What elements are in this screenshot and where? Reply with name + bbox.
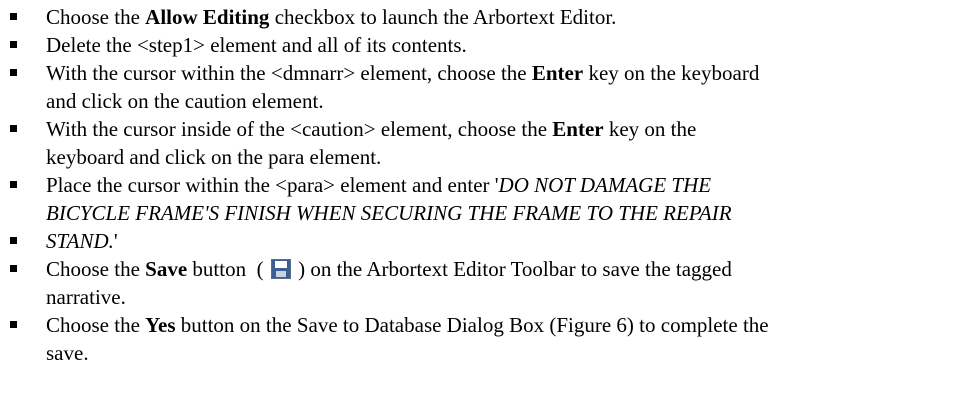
item-text: With the cursor inside of the <caution> … [46, 117, 553, 141]
list-item: STAND.' [0, 227, 976, 255]
item-text: key on the [603, 117, 697, 141]
item-text: Choose the [46, 257, 146, 281]
item-text: Delete the <step1> element and all of it… [46, 33, 467, 57]
list-item: Choose the Save button ( ) on the Arbort… [0, 255, 976, 311]
bullet-icon [10, 321, 17, 328]
list-item: Choose the Yes button on the Save to Dat… [0, 311, 976, 367]
item-text: button ( [187, 257, 269, 281]
bullet-icon [10, 125, 17, 132]
item-text: Choose the [46, 5, 146, 29]
item-text: checkbox to launch the Arbortext Editor. [269, 5, 617, 29]
bullet-icon [10, 69, 17, 76]
item-italic: STAND. [46, 229, 114, 253]
item-text: and click on the caution element. [46, 89, 324, 113]
item-text: narrative. [46, 285, 126, 309]
item-bold: Enter [552, 117, 604, 141]
item-text: key on the keyboard [583, 61, 760, 85]
item-text: Place the cursor within the <para> eleme… [46, 173, 499, 197]
list-item: Choose the Allow Editing checkbox to lau… [0, 3, 976, 31]
item-bold: Yes [145, 313, 176, 337]
item-italic: DO NOT DAMAGE THE [498, 173, 712, 197]
list-item: With the cursor within the <dmnarr> elem… [0, 59, 976, 115]
bullet-icon [10, 265, 17, 272]
item-text: ' [113, 229, 118, 253]
bullet-icon [10, 13, 17, 20]
list-item: Delete the <step1> element and all of it… [0, 31, 976, 59]
item-italic: BICYCLE FRAME'S FINISH WHEN SECURING THE… [46, 201, 732, 225]
item-bold: Enter [531, 61, 584, 85]
item-text: save. [46, 341, 89, 365]
item-bold: Allow Editing [145, 5, 270, 29]
bullet-icon [10, 41, 17, 48]
item-text: Choose the [46, 313, 146, 337]
item-text: button on the Save to Database Dialog Bo… [175, 313, 769, 337]
bullet-icon [10, 237, 17, 244]
item-text: ) on the Arbortext Editor Toolbar to sav… [292, 257, 732, 281]
item-text: keyboard and click on the para element. [46, 145, 382, 169]
list-item: Place the cursor within the <para> eleme… [0, 171, 976, 227]
instruction-list: Choose the Allow Editing checkbox to lau… [0, 3, 976, 367]
bullet-icon [10, 181, 17, 188]
list-item: With the cursor inside of the <caution> … [0, 115, 976, 171]
item-text: With the cursor within the <dmnarr> elem… [46, 61, 532, 85]
floppy-disk-icon [270, 259, 291, 279]
item-bold: Save [145, 257, 188, 281]
